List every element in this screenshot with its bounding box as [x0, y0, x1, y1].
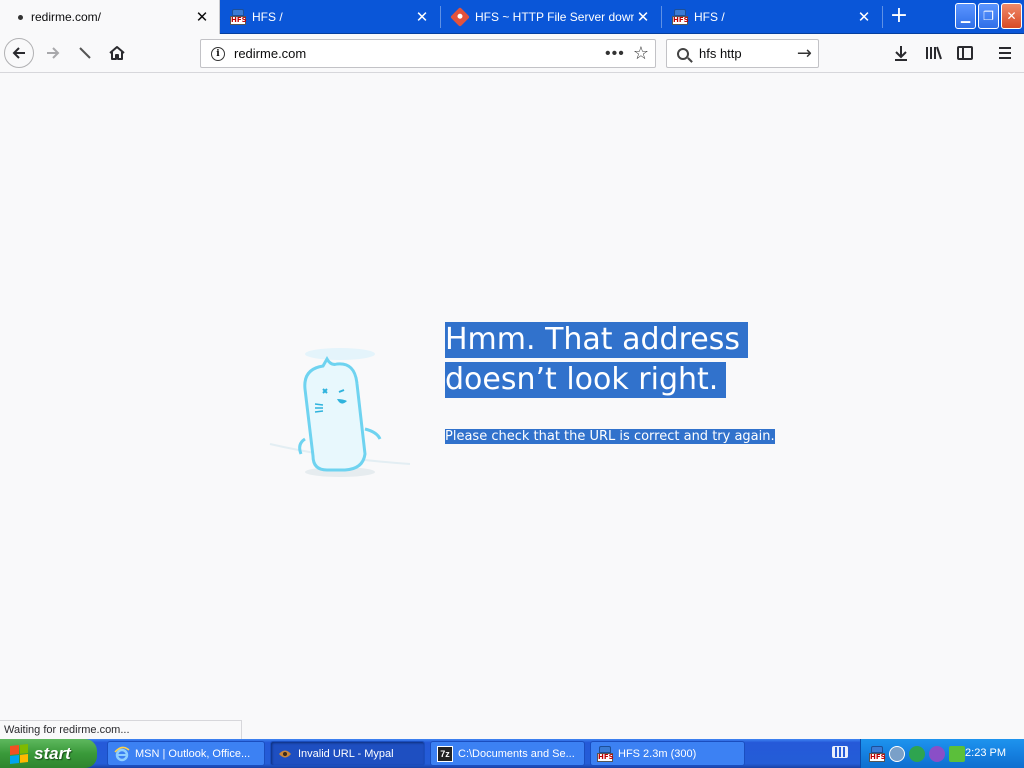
tab-title: redirme.com/	[31, 10, 102, 24]
taskbar-clock[interactable]: 2:23 PM	[965, 747, 1006, 759]
tab-strip: redirme.com/ ✕ HFS HFS / ✕ HFS ~ HTTP Fi…	[0, 0, 1024, 34]
tab-hfs-2[interactable]: HFS HFS / ✕	[662, 0, 883, 34]
start-label: start	[34, 743, 71, 763]
taskbar-item-label: HFS 2.3m (300)	[618, 747, 697, 760]
app-tray-icon[interactable]	[929, 745, 945, 762]
error-title-line-2: doesn’t look right.	[445, 362, 727, 398]
stop-icon	[79, 47, 91, 59]
bookmark-star-icon[interactable]: ☆	[633, 43, 649, 64]
library-icon	[926, 46, 942, 60]
security-tray-icon[interactable]	[909, 745, 925, 762]
tab-close-icon[interactable]: ✕	[193, 8, 211, 26]
tab-title: HFS /	[252, 10, 283, 24]
loading-indicator-icon	[18, 14, 23, 20]
download-icon	[895, 46, 907, 61]
taskbar-item-label: MSN | Outlook, Office...	[135, 747, 251, 760]
error-description: Please check that the URL is correct and…	[445, 428, 775, 445]
taskbar-item-mypal[interactable]: Invalid URL - Mypal	[270, 741, 425, 766]
hfs-icon: HFS	[597, 745, 614, 762]
keyboard-language-icon[interactable]	[832, 746, 848, 758]
windows-taskbar: start MSN | Outlook, Office... Invalid U…	[0, 739, 1024, 768]
taskbar-item-msn[interactable]: MSN | Outlook, Office...	[107, 741, 265, 766]
url-bar[interactable]: i redirme.com ••• ☆	[200, 39, 656, 68]
network-tray-icon[interactable]	[889, 745, 905, 762]
error-page: Hmm. That address doesn’t look right. Pl…	[0, 74, 1024, 720]
system-tray: HFS 2:23 PM	[860, 739, 1024, 768]
taskbar-item-label: Invalid URL - Mypal	[298, 747, 394, 760]
back-arrow-icon	[12, 47, 25, 59]
search-go-icon[interactable]: →	[797, 43, 812, 64]
forward-button[interactable]	[38, 38, 68, 68]
tab-redirme[interactable]: redirme.com/ ✕	[0, 0, 220, 34]
taskbar-item-7zip[interactable]: 7z C:\Documents and Se...	[430, 741, 585, 766]
ie-icon	[114, 746, 130, 761]
error-title: Hmm. That address doesn’t look right.	[445, 320, 765, 400]
git-icon	[450, 7, 470, 27]
restore-button[interactable]: ❐	[978, 3, 999, 29]
site-info-icon[interactable]: i	[211, 46, 225, 61]
taskbar-item-hfs[interactable]: HFS HFS 2.3m (300)	[590, 741, 745, 766]
mypal-icon	[279, 750, 291, 757]
tab-title: HFS ~ HTTP File Server download	[475, 10, 634, 24]
close-window-button[interactable]: ✕	[1001, 3, 1022, 29]
page-actions-icon[interactable]: •••	[605, 45, 625, 63]
error-title-line-1: Hmm. That address	[445, 322, 748, 358]
status-panel: Waiting for redirme.com...	[0, 720, 242, 739]
sidebar-icon	[957, 46, 973, 60]
tab-hfs-1[interactable]: HFS HFS / ✕	[220, 0, 441, 34]
minimize-button[interactable]: ▁	[955, 3, 976, 29]
downloads-button[interactable]	[886, 38, 916, 68]
forward-arrow-icon	[47, 47, 60, 59]
home-button[interactable]	[102, 38, 132, 68]
menu-button[interactable]	[990, 38, 1020, 68]
search-icon	[677, 47, 689, 60]
7zip-icon: 7z	[437, 745, 453, 762]
home-icon	[109, 46, 125, 60]
tab-close-icon[interactable]: ✕	[413, 8, 431, 26]
search-input[interactable]: hfs http	[699, 46, 797, 61]
update-tray-icon[interactable]	[949, 745, 965, 762]
sidebar-toggle-button[interactable]	[950, 38, 980, 68]
tab-hfs-download[interactable]: HFS ~ HTTP File Server download ✕	[441, 0, 662, 34]
new-tab-button[interactable]: +	[886, 5, 912, 29]
hamburger-menu-icon	[999, 47, 1011, 59]
tab-close-icon[interactable]: ✕	[634, 8, 652, 26]
back-button[interactable]	[4, 38, 34, 68]
error-mascot-illustration	[269, 348, 411, 477]
tab-title: HFS /	[694, 10, 725, 24]
windows-logo-icon	[10, 743, 28, 764]
hfs-tray-icon[interactable]: HFS	[869, 745, 886, 762]
library-button[interactable]	[918, 38, 948, 68]
navigation-toolbar: i redirme.com ••• ☆ hfs http →	[0, 34, 1024, 73]
url-text[interactable]: redirme.com	[234, 46, 605, 61]
error-description-text: Please check that the URL is correct and…	[445, 429, 775, 444]
stop-button[interactable]	[70, 38, 100, 68]
start-button[interactable]: start	[0, 739, 97, 768]
tab-close-icon[interactable]: ✕	[855, 8, 873, 26]
search-bar[interactable]: hfs http →	[666, 39, 819, 68]
taskbar-item-label: C:\Documents and Se...	[458, 747, 575, 760]
hfs-icon: HFS	[230, 9, 247, 25]
hfs-icon: HFS	[672, 9, 689, 25]
